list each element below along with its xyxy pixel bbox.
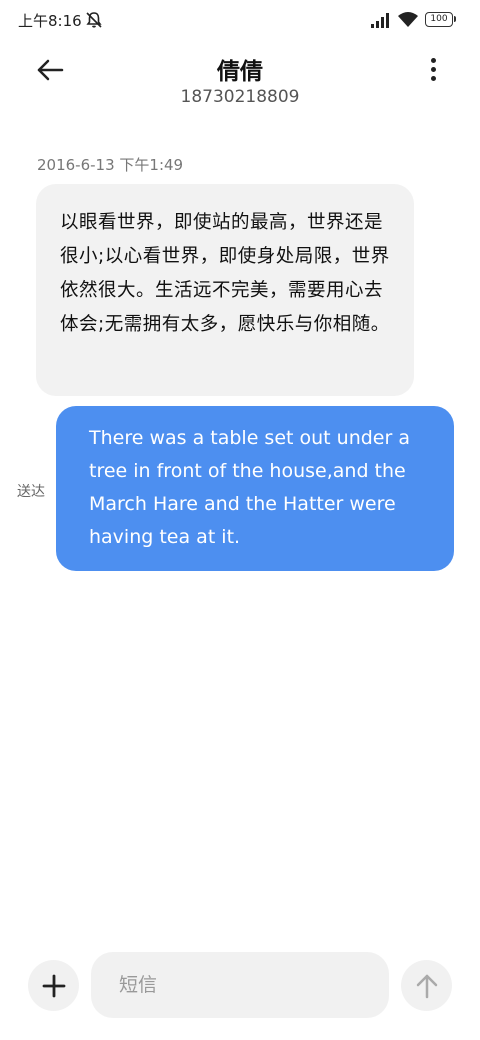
battery-tip [454,16,456,22]
add-attachment-button[interactable] [28,960,79,1011]
message-timestamp: 2016-6-13 下午1:49 [37,156,184,174]
message-input[interactable] [91,952,389,1018]
outgoing-message-bubble[interactable]: There was a table set out under a tree i… [56,406,454,571]
plus-icon [42,974,65,997]
more-vert-icon-dot [430,75,436,81]
more-vert-icon [430,57,436,63]
signal-icon [371,13,389,28]
status-time: 上午8:16 [18,12,82,30]
contact-name: 倩倩 [217,59,263,85]
more-vert-icon-dot [430,66,436,72]
delivery-status: 送达 [17,484,45,500]
arrow-up-icon [416,974,437,998]
incoming-message-bubble[interactable]: 以眼看世界，即使站的最高，世界还是很小;以心看世界，即使身处局限，世界依然很大。… [36,184,414,396]
battery-indicator: 100 [425,12,453,27]
wifi-icon [398,12,418,27]
contact-number: 18730218809 [180,87,300,107]
mute-icon [86,12,102,28]
more-options-button[interactable] [418,52,448,86]
status-bar: 上午8:16 100 [0,0,480,40]
send-button[interactable] [401,960,452,1011]
